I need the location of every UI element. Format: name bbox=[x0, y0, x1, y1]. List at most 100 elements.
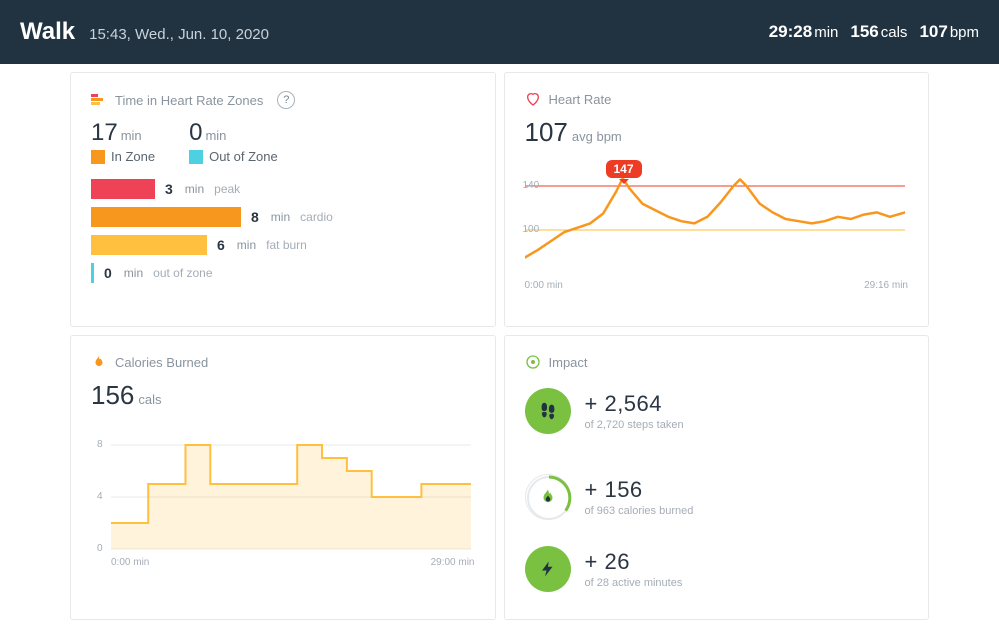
cal-chart: 8 4 0 0:00 min 29:00 min bbox=[91, 425, 475, 585]
duration-value: 29:28 bbox=[769, 22, 812, 41]
zone-bar-fatburn: 6 min fat burn bbox=[91, 234, 475, 256]
hr-peak-badge: 147 bbox=[606, 160, 642, 178]
bar-cardio bbox=[91, 207, 241, 227]
hr-chart-svg bbox=[525, 164, 905, 274]
impact-cals-sub: of 963 calories burned bbox=[585, 505, 694, 517]
peak-name: peak bbox=[214, 182, 240, 196]
peak-num: 3 bbox=[165, 181, 173, 197]
bolt-icon bbox=[539, 558, 557, 580]
hr-chart: 147 140 100 0:00 min 29:16 min bbox=[525, 164, 909, 294]
cals-icon-circle bbox=[525, 474, 571, 520]
impact-cals-value: + 156 bbox=[585, 477, 694, 503]
card-hr-zones: Time in Heart Rate Zones ? 17min In Zone… bbox=[70, 72, 496, 327]
cardio-name: cardio bbox=[300, 210, 333, 224]
in-zone-num: 17 bbox=[91, 119, 118, 146]
card-title-row: Heart Rate bbox=[525, 91, 909, 107]
hr-grid-100: 100 bbox=[523, 224, 540, 235]
hr-grid-140: 140 bbox=[523, 180, 540, 191]
fire-icon bbox=[91, 354, 107, 370]
bar-peak bbox=[91, 179, 155, 199]
impact-icon bbox=[525, 354, 541, 370]
steps-sub: of 2,720 steps taken bbox=[585, 419, 684, 431]
card-impact: Impact + 2,564 of 2,720 steps taken bbox=[504, 335, 930, 620]
card-title-row: Impact bbox=[525, 354, 909, 370]
card-heart-rate: Heart Rate 107 avg bpm 147 140 100 0:00 m… bbox=[504, 72, 930, 327]
active-value: + 26 bbox=[585, 549, 683, 575]
peak-unit: min bbox=[185, 182, 204, 196]
hr-avg-label: avg bpm bbox=[572, 129, 622, 144]
hr-xmax: 29:16 min bbox=[864, 280, 908, 291]
in-zone-block: 17min In Zone bbox=[91, 119, 155, 164]
fatburn-name: fat burn bbox=[266, 238, 307, 252]
activity-date: 15:43, Wed., Jun. 10, 2020 bbox=[89, 26, 269, 43]
impact-row-1: + 2,564 of 2,720 steps taken + 156 of 96… bbox=[525, 388, 909, 520]
heart-icon bbox=[525, 91, 541, 107]
cal-grid-4: 4 bbox=[97, 491, 103, 502]
hr-section-title: Heart Rate bbox=[549, 92, 612, 107]
out-name: out of zone bbox=[153, 266, 212, 280]
hr-avg: 107 avg bpm bbox=[525, 117, 909, 148]
card-calories: Calories Burned 156 cals 8 4 0 0:00 min 2… bbox=[70, 335, 496, 620]
impact-row-2: + 26 of 28 active minutes bbox=[525, 546, 909, 592]
calories-value: 156 bbox=[850, 22, 878, 41]
cals-ring bbox=[526, 475, 572, 521]
stat-duration: 29:28min bbox=[769, 22, 839, 42]
cal-chart-svg bbox=[91, 425, 471, 565]
out-zone-label: Out of Zone bbox=[209, 149, 278, 164]
header-bar: Walk 15:43, Wed., Jun. 10, 2020 29:28min… bbox=[0, 0, 999, 64]
zones-icon bbox=[91, 92, 107, 108]
out-unit: min bbox=[124, 266, 143, 280]
zones-section-title: Time in Heart Rate Zones bbox=[115, 93, 263, 108]
calories-num: 156 bbox=[91, 380, 134, 410]
bar-fatburn bbox=[91, 235, 207, 255]
zone-summary: 17min In Zone 0min Out of Zone bbox=[91, 119, 475, 164]
zone-bar-cardio: 8 min cardio bbox=[91, 206, 475, 228]
cal-xmin: 0:00 min bbox=[111, 557, 149, 568]
calories-total: 156 cals bbox=[91, 380, 475, 411]
hr-avg-num: 107 bbox=[525, 117, 568, 147]
impact-cals: + 156 of 963 calories burned bbox=[525, 474, 715, 520]
calories-unit: cals bbox=[881, 24, 908, 41]
impact-section-title: Impact bbox=[549, 355, 588, 370]
in-zone-unit: min bbox=[121, 128, 142, 143]
out-zone-swatch bbox=[189, 150, 203, 164]
calories-section-title: Calories Burned bbox=[115, 355, 208, 370]
calories-unit: cals bbox=[138, 392, 161, 407]
fatburn-unit: min bbox=[237, 238, 256, 252]
active-icon-circle bbox=[525, 546, 571, 592]
out-zone-num: 0 bbox=[189, 119, 202, 146]
in-zone-label: In Zone bbox=[111, 149, 155, 164]
stat-calories: 156cals bbox=[850, 22, 907, 42]
cardio-unit: min bbox=[271, 210, 290, 224]
card-title-row: Time in Heart Rate Zones ? bbox=[91, 91, 475, 109]
dashboard-grid: Time in Heart Rate Zones ? 17min In Zone… bbox=[0, 64, 999, 628]
cal-grid-8: 8 bbox=[97, 439, 103, 450]
cal-xmax: 29:00 min bbox=[431, 557, 475, 568]
bpm-value: 107 bbox=[919, 22, 947, 41]
out-zone-block: 0min Out of Zone bbox=[189, 119, 278, 164]
hr-xmin: 0:00 min bbox=[525, 280, 563, 291]
card-title-row: Calories Burned bbox=[91, 354, 475, 370]
active-sub: of 28 active minutes bbox=[585, 577, 683, 589]
footsteps-icon bbox=[537, 400, 559, 422]
impact-steps: + 2,564 of 2,720 steps taken bbox=[525, 388, 715, 434]
duration-unit: min bbox=[814, 24, 838, 41]
steps-value: + 2,564 bbox=[585, 391, 684, 417]
help-icon[interactable]: ? bbox=[277, 91, 295, 109]
zone-bars: 3 min peak 8 min cardio 6 min fat burn 0… bbox=[91, 178, 475, 284]
activity-title: Walk bbox=[20, 18, 75, 46]
stat-bpm: 107bpm bbox=[919, 22, 979, 42]
in-zone-swatch bbox=[91, 150, 105, 164]
header-stats: 29:28min 156cals 107bpm bbox=[769, 22, 979, 42]
out-num: 0 bbox=[104, 265, 112, 281]
bpm-unit: bpm bbox=[950, 24, 979, 41]
fatburn-num: 6 bbox=[217, 237, 225, 253]
out-zone-unit: min bbox=[205, 128, 226, 143]
bar-out bbox=[91, 263, 94, 283]
zone-bar-out: 0 min out of zone bbox=[91, 262, 475, 284]
header-left: Walk 15:43, Wed., Jun. 10, 2020 bbox=[20, 18, 269, 46]
cal-grid-0: 0 bbox=[97, 543, 103, 554]
impact-active: + 26 of 28 active minutes bbox=[525, 546, 715, 592]
zone-bar-peak: 3 min peak bbox=[91, 178, 475, 200]
steps-icon-circle bbox=[525, 388, 571, 434]
